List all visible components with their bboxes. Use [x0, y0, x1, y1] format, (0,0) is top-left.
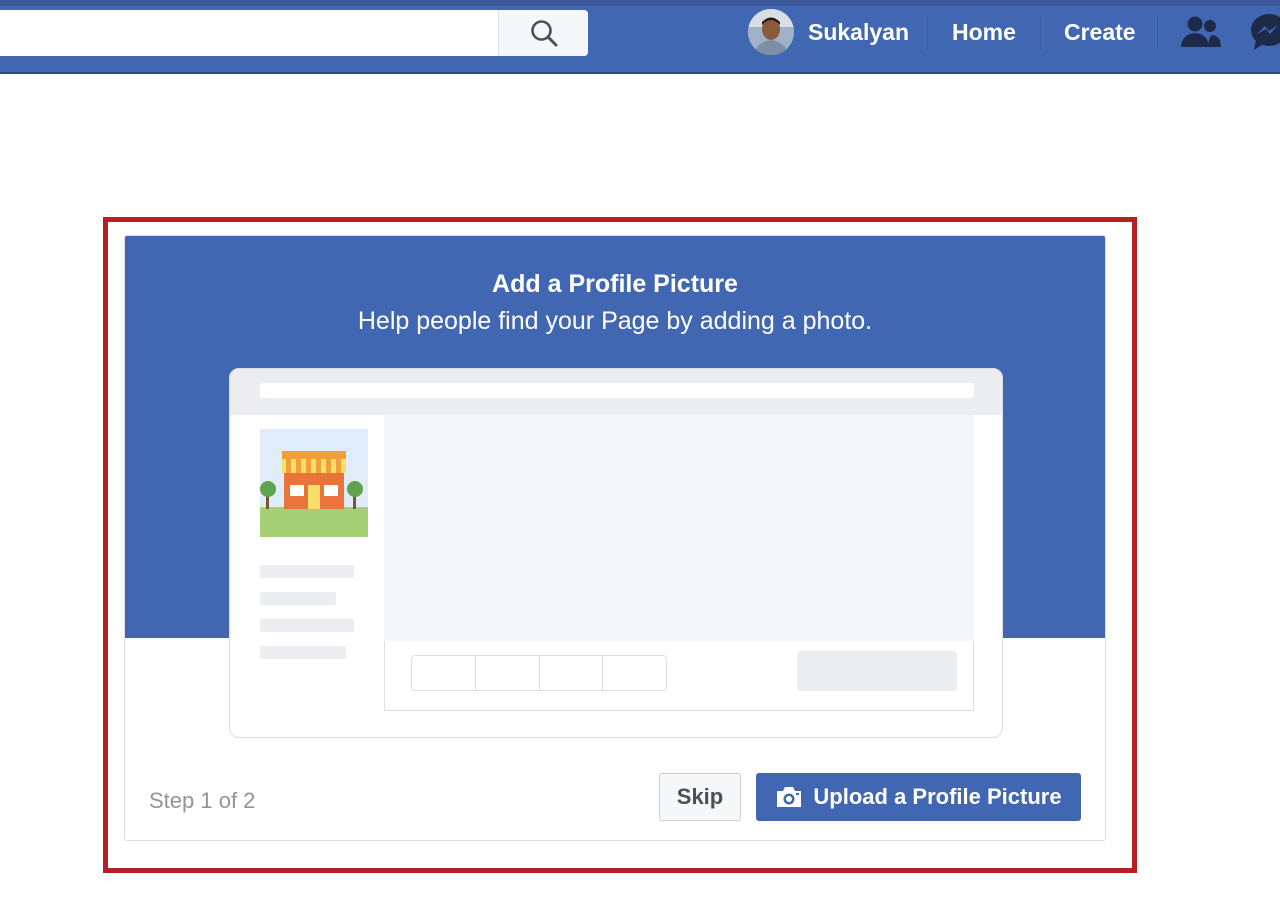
profile-name: Sukalyan — [808, 18, 909, 45]
nav-divider — [1040, 16, 1041, 50]
nav-home[interactable]: Home — [952, 8, 1016, 56]
camera-icon — [775, 785, 803, 809]
topbar-accent — [0, 0, 1280, 6]
mock-tab — [540, 656, 604, 690]
skip-button-label: Skip — [676, 784, 724, 809]
skip-button[interactable]: Skip — [659, 773, 741, 821]
storefront-illustration — [260, 429, 368, 537]
mock-browser-bar — [230, 369, 1002, 415]
avatar — [748, 9, 794, 55]
upload-profile-picture-button[interactable]: Upload a Profile Picture — [756, 773, 1081, 821]
mock-tab-row — [384, 641, 974, 711]
mock-cover-photo — [384, 415, 974, 641]
profile-picture-dialog: Add a Profile Picture Help people find y… — [124, 235, 1106, 841]
profile-link[interactable]: Sukalyan — [748, 8, 909, 56]
search-icon — [530, 20, 557, 47]
mock-button — [797, 651, 957, 691]
mock-text-line — [260, 592, 336, 605]
friend-requests-button[interactable] — [1180, 8, 1222, 56]
messenger-icon — [1251, 14, 1280, 50]
mock-tab — [603, 656, 666, 690]
nav-divider — [1157, 16, 1158, 50]
step-indicator: Step 1 of 2 — [149, 788, 256, 813]
mock-tab — [412, 656, 476, 690]
search-button[interactable] — [498, 10, 588, 56]
dialog-subtitle: Help people find your Page by adding a p… — [357, 307, 873, 335]
nav-divider — [927, 16, 928, 50]
upload-button-label: Upload a Profile Picture — [813, 784, 1062, 809]
nav-home-label: Home — [952, 18, 1016, 45]
mock-tab — [476, 656, 540, 690]
nav-create[interactable]: Create — [1064, 8, 1136, 56]
messenger-button[interactable] — [1250, 8, 1280, 56]
friends-icon — [1181, 16, 1221, 47]
nav-create-label: Create — [1064, 18, 1136, 45]
mock-address-bar — [260, 383, 974, 398]
search-input[interactable] — [0, 10, 498, 56]
mock-text-line — [260, 646, 346, 659]
dialog-title: Add a Profile Picture — [492, 270, 738, 298]
search-box — [0, 10, 588, 56]
mock-text-line — [260, 565, 354, 578]
top-navigation-bar: Sukalyan Home Create — [0, 0, 1280, 74]
mock-tabs — [411, 655, 667, 691]
mock-text-line — [260, 619, 354, 632]
page-preview-illustration — [229, 368, 1003, 738]
